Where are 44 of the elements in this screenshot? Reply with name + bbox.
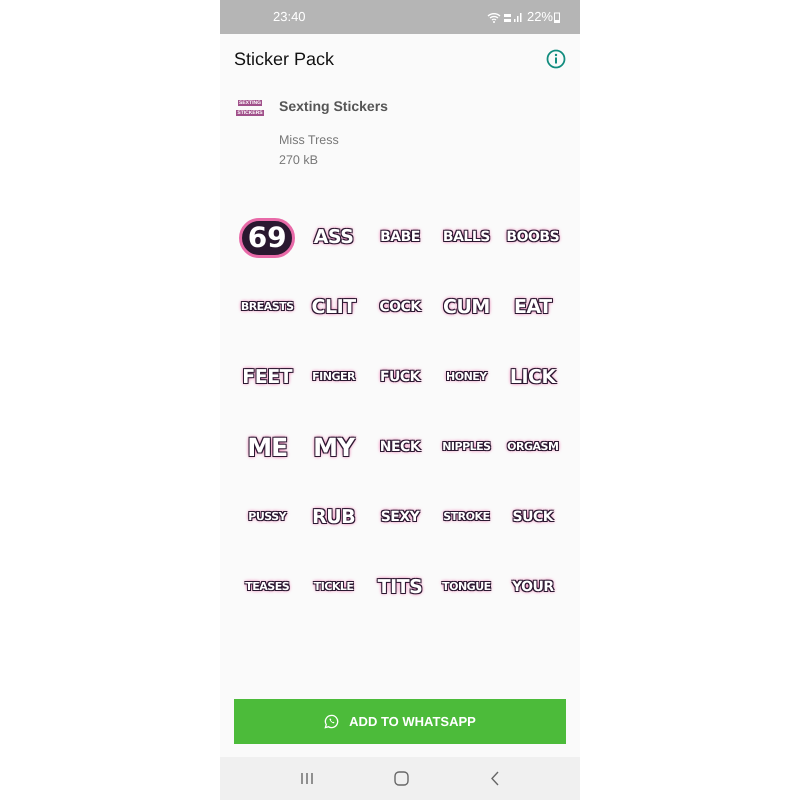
chat-bubble-phone-icon [324,714,340,729]
sticker[interactable]: TITS [378,573,422,602]
sticker[interactable]: TEASES [245,579,290,596]
sticker[interactable]: NIPPLES [442,439,491,456]
sticker[interactable]: FEET [242,363,292,392]
sticker[interactable]: FINGER [312,369,355,386]
pack-size: 270 kB [279,152,319,169]
sticker[interactable]: BABE [380,227,420,248]
sticker[interactable]: BALLS [442,227,490,248]
back-icon[interactable] [490,771,500,786]
info-icon[interactable] [546,49,566,69]
wifi-icon [486,12,501,22]
sticker[interactable]: ASS [314,223,354,252]
sticker[interactable]: CUM [443,293,490,322]
status-time: 23:40 [273,8,306,26]
sticker[interactable]: SEXY [380,507,420,528]
sticker[interactable]: EAT [514,293,552,322]
sticker[interactable]: YOUR [512,577,554,598]
pack-author: Miss Tress [279,132,340,149]
sticker[interactable]: SUCK [512,507,554,528]
sticker[interactable]: BOOBS [506,227,560,248]
battery-icon [554,12,560,22]
pack-name: Sexting Stickers [279,97,388,116]
sticker[interactable]: LICK [510,363,556,392]
sticker[interactable]: STROKE [443,509,490,526]
sticker[interactable]: NECK [380,437,420,458]
sticker[interactable]: HONEY [446,369,487,386]
sticker[interactable]: TONGUE [442,579,491,596]
sticker[interactable]: FUCK [380,367,420,388]
sticker[interactable]: ME [247,428,288,466]
sticker[interactable]: BREASTS [240,299,294,316]
sticker[interactable]: PUSSY [248,509,286,526]
sticker[interactable]: ORGASM [507,439,558,456]
sticker[interactable]: TICKLE [314,579,354,596]
recent-apps-icon[interactable] [300,772,314,785]
battery-percent: 22% [526,8,553,26]
signal-icon [504,12,524,22]
sticker[interactable]: COCK [379,297,421,318]
sticker[interactable]: MY [313,428,354,466]
app-bar-title: Sticker Pack [234,48,334,70]
sticker[interactable]: 69 [239,218,296,258]
sticker[interactable]: CLIT [312,293,356,322]
home-icon[interactable] [394,771,410,786]
sticker[interactable]: RUB [312,503,356,532]
